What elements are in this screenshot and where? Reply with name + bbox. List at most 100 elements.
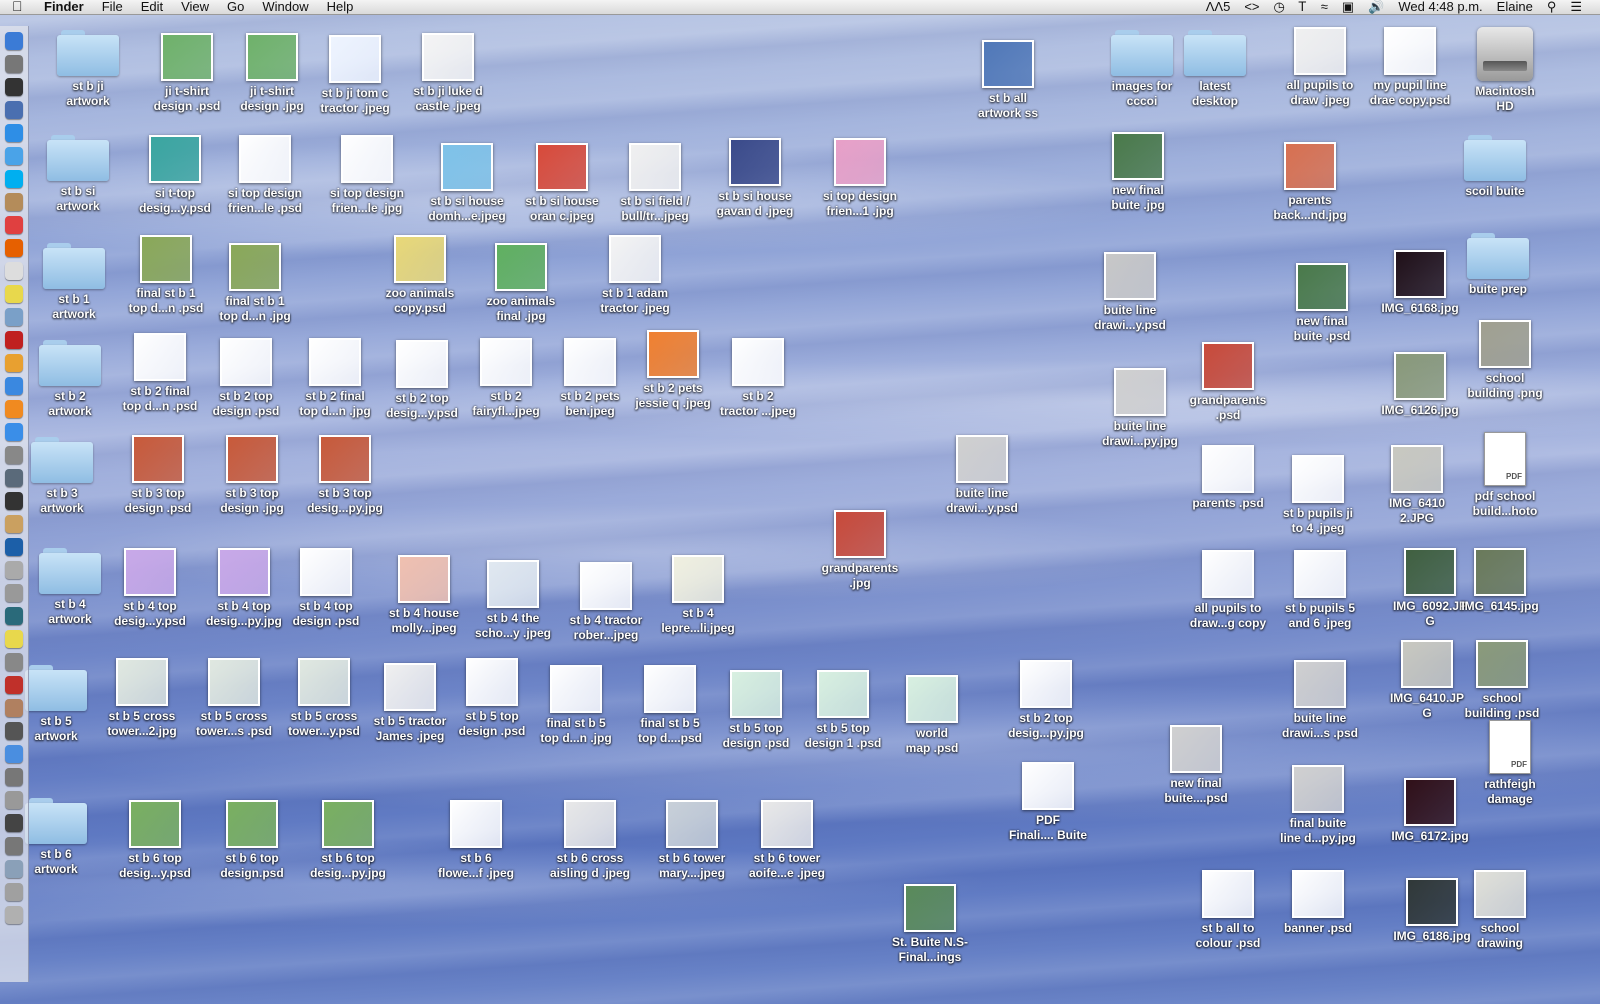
menu-edit[interactable]: Edit [141,0,163,14]
dock-preview-icon[interactable] [5,308,23,326]
desktop-icon-st-b-6-tower-mary-jpeg[interactable]: st b 6 tower mary....jpeg [637,800,747,881]
dock-preview2-icon[interactable] [5,561,23,579]
spotlight-icon[interactable]: ⚲ [1547,0,1557,14]
dock-chrome-icon[interactable] [5,745,23,763]
dock-imovie-icon[interactable] [5,492,23,510]
desktop-icon-world-map-psd[interactable]: world map .psd [877,675,987,756]
dock-camera-icon[interactable] [5,814,23,832]
display-icon[interactable]: ▣ [1342,0,1354,14]
menu-help[interactable]: Help [327,0,354,14]
dock-stickies-icon[interactable] [5,285,23,303]
desktop-icon-school-building-psd[interactable]: school building .psd [1447,640,1557,721]
menu-view[interactable]: View [181,0,209,14]
desktop-icon-banner-psd[interactable]: banner .psd [1263,870,1373,936]
menu-window[interactable]: Window [262,0,308,14]
desktop-icon-st-b-6-top-desig-y-psd[interactable]: st b 6 top desig...y.psd [100,800,210,881]
wifi-icon[interactable]: ≈ [1321,0,1328,14]
desktop-icon-new-final-buite-psd[interactable]: new final buite....psd [1141,725,1251,806]
time-machine-icon[interactable]: ◷ [1274,0,1285,14]
desktop-icon-latest-desktop[interactable]: latest desktop [1160,30,1270,109]
menu-go[interactable]: Go [227,0,244,14]
desktop-icon-st-buite-n-s-final-ings[interactable]: St. Buite N.S- Final...ings [875,884,985,965]
adobe-icon[interactable]: ΛΛ5 [1206,0,1231,14]
desktop-icon-st-b-si-field-bull-tr-jpeg[interactable]: st b si field / bull/tr...jpeg [600,143,710,224]
dock-stack-icon[interactable] [5,883,23,901]
desktop-icon-st-b-6-top-design-psd[interactable]: st b 6 top design.psd [197,800,307,881]
dock-calendar-icon[interactable] [5,216,23,234]
desktop-icon-zoo-animals-copy-psd[interactable]: zoo animals copy.psd [365,235,475,316]
desktop-icon-buite-line-drawi-py-jpg[interactable]: buite line drawi...py.jpg [1085,368,1195,449]
bluetooth-icon[interactable]: Ꭲ [1299,0,1307,14]
desktop-icon-buite-prep[interactable]: buite prep [1443,233,1553,297]
dock-capture-icon[interactable] [5,584,23,602]
desktop-icon-st-b-si-artwork[interactable]: st b si artwork [23,135,133,214]
desktop-icon-st-b-2-top-desig-py-jpg[interactable]: st b 2 top desig...py.jpg [991,660,1101,741]
menu-file[interactable]: File [102,0,123,14]
dock-messages-icon[interactable] [5,147,23,165]
dock-documents-icon[interactable] [5,860,23,878]
dock-acrobat-icon[interactable] [5,676,23,694]
dock-itunes-icon[interactable] [5,377,23,395]
desktop-icon-new-final-buite-jpg[interactable]: new final buite .jpg [1083,132,1193,213]
desktop-icon-img-6172-jpg[interactable]: IMG_6172.jpg [1375,778,1485,844]
dock-utilities-icon[interactable] [5,722,23,740]
desktop-icon-buite-line-drawi-s-psd[interactable]: buite line drawi...s .psd [1265,660,1375,741]
desktop-icon-macintosh-hd[interactable]: Macintosh HD [1450,27,1560,114]
dock-time-machine-icon[interactable] [5,607,23,625]
desktop-icon-final-buite-line-d-py-jpg[interactable]: final buite line d...py.jpg [1263,765,1373,846]
desktop-icon-st-b-2-tractor-jpeg[interactable]: st b 2 tractor ...jpeg [703,338,813,419]
desktop-icon-parents-back-nd-jpg[interactable]: parents back...nd.jpg [1255,142,1365,223]
desktop-icon-st-b-all-artwork-ss[interactable]: st b all artwork ss [953,40,1063,121]
apple-menu-icon[interactable]:  [12,0,23,13]
desktop-icon-st-b-6-flowe-f-jpeg[interactable]: st b 6 flowe...f .jpeg [421,800,531,881]
desktop-icon-si-top-design-frien-le-psd[interactable]: si top design frien...le .psd [210,135,320,216]
dock-calculator-icon[interactable] [5,446,23,464]
desktop-icon-st-b-6-tower-aoife-e-jpeg[interactable]: st b 6 tower aoife...e .jpeg [732,800,842,881]
dock-dashboard-icon[interactable] [5,78,23,96]
notification-center-icon[interactable]: ☰ [1570,0,1582,14]
clock[interactable]: Wed 4:48 p.m. [1398,0,1482,14]
desktop-icon-st-b-3-top-desig-py-jpg[interactable]: st b 3 top desig...py.jpg [290,435,400,516]
desktop-icon-my-pupil-line-drae-copy-psd[interactable]: my pupil line drae copy.psd [1355,27,1465,108]
volume-icon[interactable]: 🔊 [1368,0,1384,14]
dock-safari-icon[interactable] [5,124,23,142]
desktop-icon-buite-line-drawi-y-psd[interactable]: buite line drawi...y.psd [1075,252,1185,333]
dock-system-preferences-icon[interactable] [5,653,23,671]
desktop-icon-school-drawing[interactable]: school drawing [1445,870,1555,951]
desktop-icon-st-b-ji-luke-d-castle-jpeg[interactable]: st b ji luke d castle .jpeg [393,33,503,114]
desktop-icon-si-top-design-frien-1-jpg[interactable]: si top design frien...1 .jpg [805,138,915,219]
dock-image-capture-icon[interactable] [5,699,23,717]
desktop-icon-st-b-4-top-design-psd[interactable]: st b 4 top design .psd [271,548,381,629]
user-name[interactable]: Elaine [1497,0,1533,14]
desktop-icon-st-b-si-house-domh-e-jpeg[interactable]: st b si house domh...e.jpeg [412,143,522,224]
desktop-icon-scoil-buite[interactable]: scoil buite [1440,135,1550,199]
dock-network-icon[interactable] [5,768,23,786]
dock-photoshop-icon[interactable] [5,538,23,556]
code-icon[interactable]: <> [1244,0,1259,14]
dock-trash-icon[interactable] [5,906,23,924]
desktop-icon-st-b-pupils-5-and-6-jpeg[interactable]: st b pupils 5 and 6 .jpeg [1265,550,1375,631]
dock-launchpad-icon[interactable] [5,55,23,73]
dock-pages-icon[interactable] [5,354,23,372]
dock-contacts-icon[interactable] [5,193,23,211]
desktop-icon-st-b-4-lepre-li-jpeg[interactable]: st b 4 lepre...li.jpeg [643,555,753,636]
desktop-icon-pdf-finali-buite[interactable]: PDF Finali.... Buite [993,762,1103,843]
dock-iphoto-icon[interactable] [5,469,23,487]
desktop-icon-st-b-6-cross-aisling-d-jpeg[interactable]: st b 6 cross aisling d .jpeg [535,800,645,881]
dock-finder-icon[interactable] [5,32,23,50]
desktop-icon-pdf-school-build-hoto[interactable]: PDF pdf school build...hoto [1450,432,1560,519]
app-menu[interactable]: Finder [44,0,84,14]
desktop-icon-st-b-pupils-ji-to-4-jpeg[interactable]: st b pupils ji to 4 .jpeg [1263,455,1373,536]
desktop-icon-new-final-buite-psd[interactable]: new final buite .psd [1267,263,1377,344]
desktop-icon-st-b-si-house-gavan-d-jpeg[interactable]: st b si house gavan d .jpeg [700,138,810,219]
desktop-icon-st-b-1-adam-tractor-jpeg[interactable]: st b 1 adam tractor .jpeg [580,235,690,316]
dock-firefox-icon[interactable] [5,239,23,257]
dock-garageband-icon[interactable] [5,515,23,533]
desktop-icon-img-6145-jpg[interactable]: IMG_6145.jpg [1445,548,1555,614]
desktop-icon-grandparents-jpg[interactable]: grandparents .jpg [805,510,915,591]
dock-mission-control-icon[interactable] [5,101,23,119]
desktop-icon-buite-line-drawi-y-psd[interactable]: buite line drawi...y.psd [927,435,1037,516]
dock-skype-icon[interactable] [5,170,23,188]
dock-stickies2-icon[interactable] [5,630,23,648]
desktop-icon-final-st-b-1-top-d-n-jpg[interactable]: final st b 1 top d...n .jpg [200,243,310,324]
